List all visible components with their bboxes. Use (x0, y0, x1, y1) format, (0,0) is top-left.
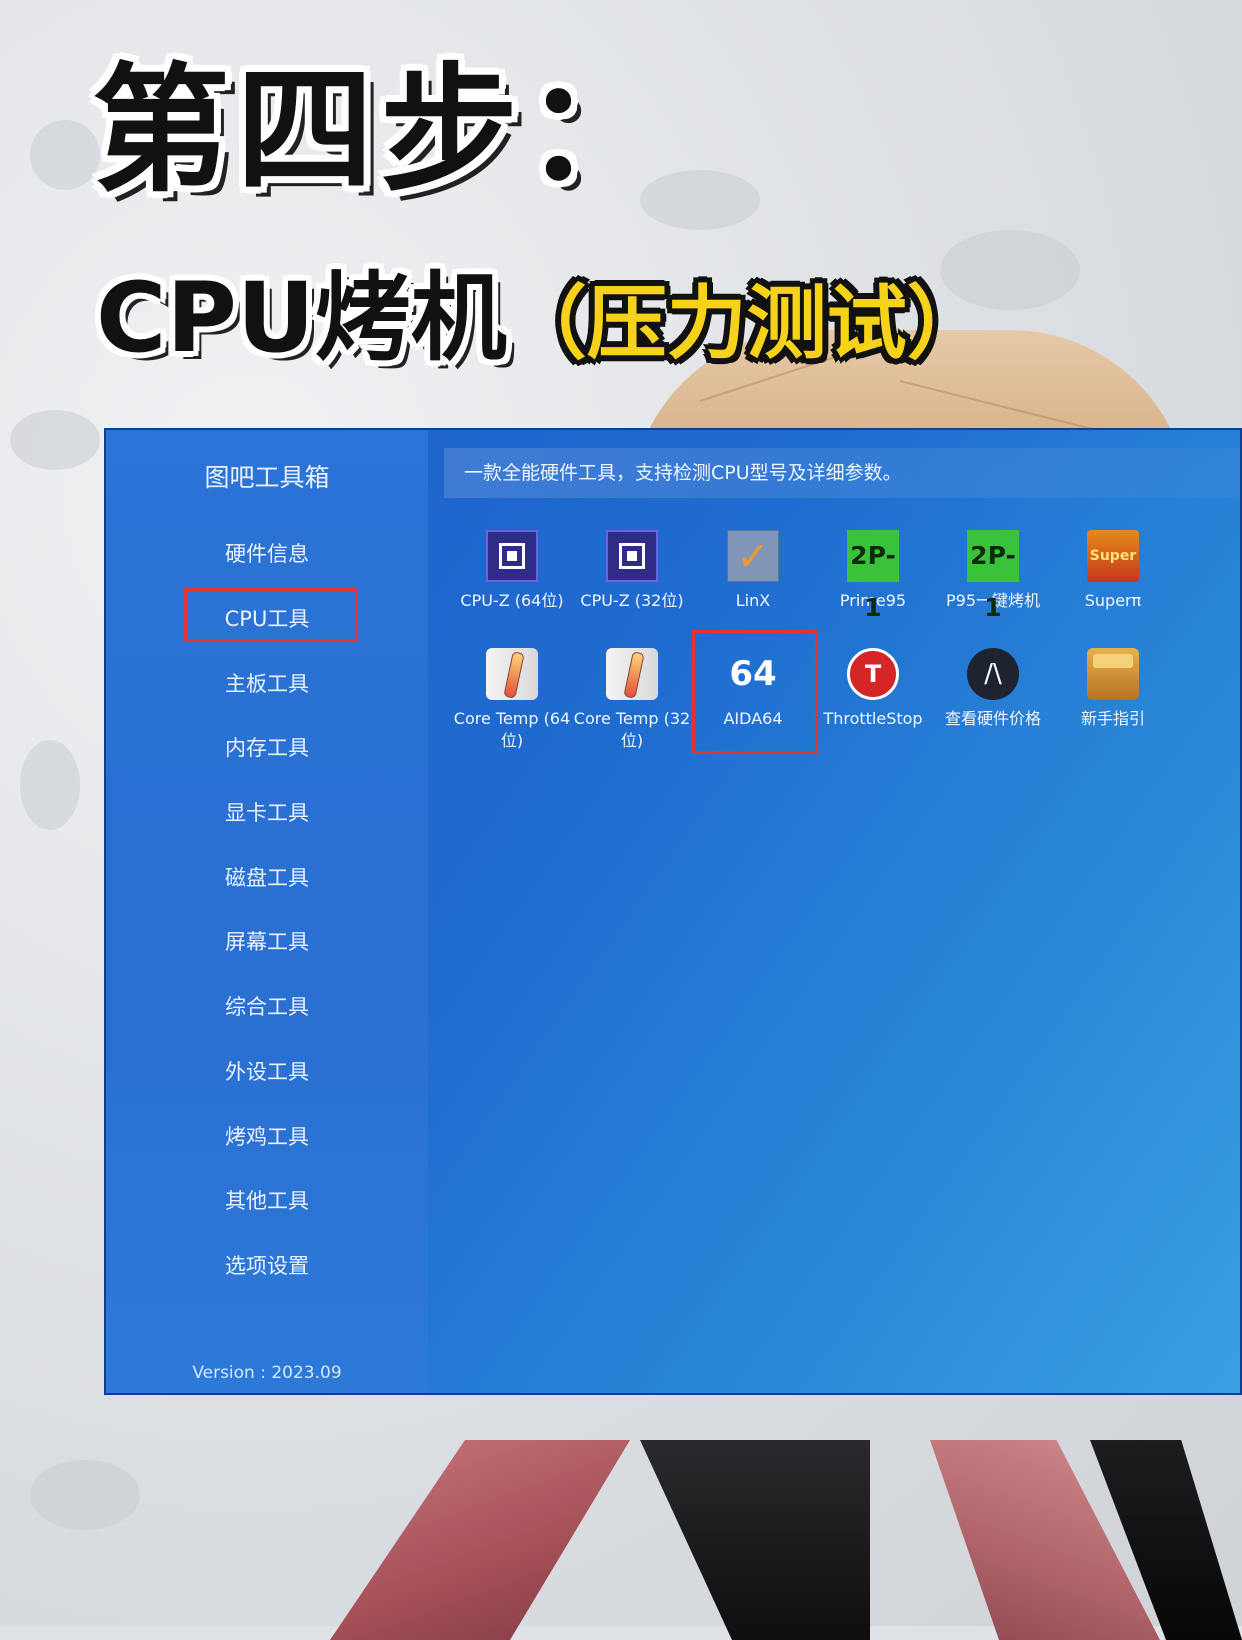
guide-box-icon (1087, 648, 1139, 700)
toolbox-window: 图吧工具箱 硬件信息 CPU工具 主板工具 内存工具 显卡工具 磁盘工具 屏幕工… (104, 428, 1242, 1395)
prime95-icon: 2P-1 (847, 530, 899, 622)
sidebar-item-memory-tools[interactable]: 内存工具 (106, 732, 428, 762)
throttlestop-icon: T (847, 648, 899, 700)
sidebar-item-cpu-tools[interactable]: CPU工具 (106, 588, 428, 642)
tool-linx[interactable]: ✓ LinX (693, 530, 813, 612)
prime95-icon: 2P-1 (967, 530, 1019, 622)
tool-cpuz-32[interactable]: CPU-Z (32位) (572, 530, 692, 612)
headline-step: 第四步： (92, 50, 669, 211)
version-label: Version : 2023.09 (192, 1363, 342, 1383)
sidebar-item-hardware-info[interactable]: 硬件信息 (106, 538, 428, 568)
paint-splat (20, 740, 80, 830)
tool-throttlestop[interactable]: T ThrottleStop (813, 648, 933, 730)
tool-label: Core Temp (32位) (573, 709, 691, 750)
sidebar-item-settings[interactable]: 选项设置 (106, 1250, 428, 1280)
aida64-highlight-box (692, 630, 818, 754)
thermometer-icon (486, 648, 538, 700)
tool-hardware-price[interactable]: /\ 查看硬件价格 (933, 648, 1053, 730)
headline-subtitle-main: CPU烤机 (96, 262, 507, 374)
tool-coretemp-64[interactable]: Core Temp (64位) (452, 648, 572, 752)
linx-checkmark-icon: ✓ (727, 530, 779, 582)
sidebar-item-gpu-tools[interactable]: 显卡工具 (106, 797, 428, 827)
tool-prime95[interactable]: 2P-1 Prime95 (813, 530, 933, 622)
cpu-z-icon (606, 530, 658, 582)
tool-cpuz-64[interactable]: CPU-Z (64位) (452, 530, 572, 612)
tool-description: 一款全能硬件工具，支持检测CPU型号及详细参数。 (444, 448, 1240, 498)
sidebar-item-general-tools[interactable]: 综合工具 (106, 991, 428, 1021)
sidebar-item-disk-tools[interactable]: 磁盘工具 (106, 862, 428, 892)
tool-superpi[interactable]: Super Superπ (1053, 530, 1173, 612)
headline-subtitle-paren: （压力测试） (506, 277, 987, 370)
tool-label: Superπ (1084, 591, 1142, 610)
tool-p95-oneclick[interactable]: 2P-1 P95一键烤机 (933, 530, 1053, 622)
sidebar-item-stress-tools[interactable]: 烤鸡工具 (106, 1121, 428, 1151)
headline-subtitle: CPU烤机（压力测试） (96, 270, 987, 366)
paint-splat (10, 410, 100, 470)
tool-label: LinX (735, 591, 771, 610)
tool-label: 新手指引 (1080, 709, 1145, 728)
cpu-z-icon (486, 530, 538, 582)
tool-beginner-guide[interactable]: 新手指引 (1053, 648, 1173, 730)
sidebar-item-other-tools[interactable]: 其他工具 (106, 1185, 428, 1215)
tool-label: 查看硬件价格 (944, 709, 1041, 728)
tool-label: ThrottleStop (823, 709, 923, 728)
paint-splat (30, 1460, 140, 1530)
thermometer-icon (606, 648, 658, 700)
sidebar-item-screen-tools[interactable]: 屏幕工具 (106, 926, 428, 956)
tool-label: Core Temp (64位) (453, 709, 571, 750)
sidebar-item-motherboard-tools[interactable]: 主板工具 (106, 668, 428, 698)
paint-splat (30, 120, 100, 190)
app-title: 图吧工具箱 (204, 463, 330, 492)
tool-coretemp-32[interactable]: Core Temp (32位) (572, 648, 692, 752)
price-icon: /\ (967, 648, 1019, 700)
tool-label: CPU-Z (32位) (580, 591, 684, 610)
sidebar-item-peripheral-tools[interactable]: 外设工具 (106, 1056, 428, 1086)
superpi-icon: Super (1087, 530, 1139, 582)
sidebar: 图吧工具箱 硬件信息 CPU工具 主板工具 内存工具 显卡工具 磁盘工具 屏幕工… (106, 430, 428, 1393)
tool-label: CPU-Z (64位) (460, 591, 564, 610)
